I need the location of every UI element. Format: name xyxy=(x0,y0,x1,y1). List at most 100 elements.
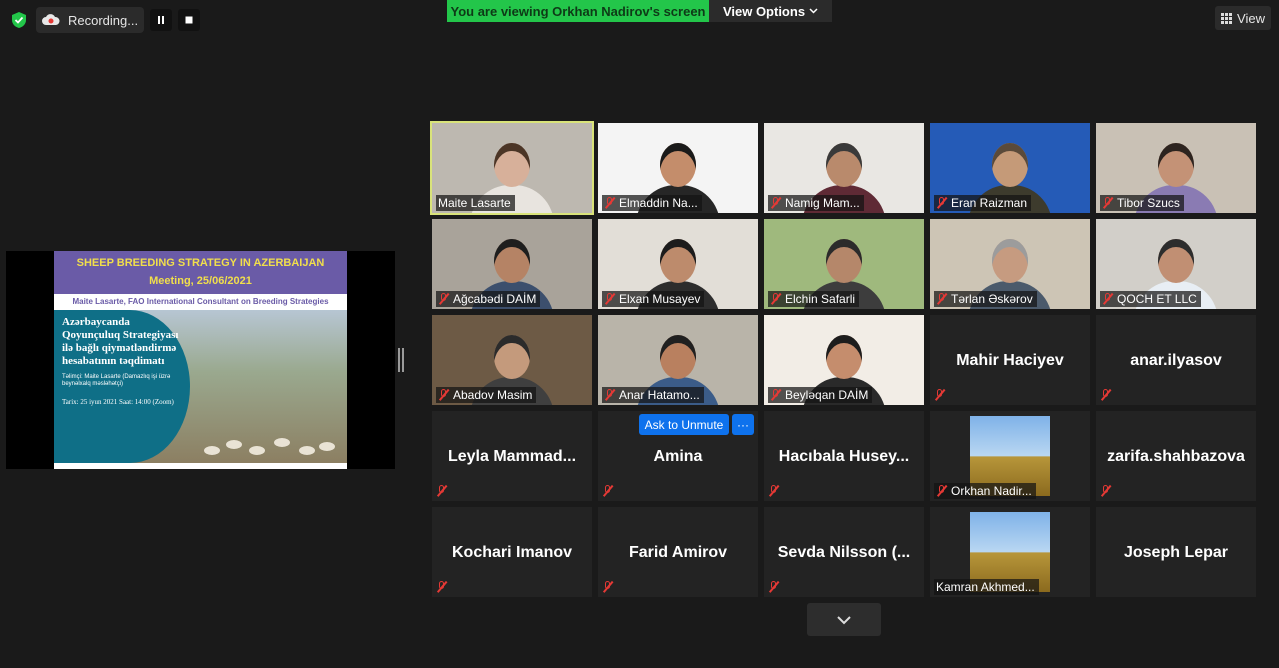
participant-name-label: Tərlan Əskərov xyxy=(934,291,1037,307)
split-divider-handle[interactable] xyxy=(398,348,404,372)
more-options-button[interactable]: ··· xyxy=(732,414,754,435)
participant-tile[interactable]: Beyləqan DAİM xyxy=(764,315,924,405)
security-shield-icon[interactable] xyxy=(8,9,30,31)
muted-mic-icon xyxy=(1102,197,1114,209)
participant-name: Abadov Masim xyxy=(453,388,533,402)
participant-tile[interactable]: Eran Raizman xyxy=(930,123,1090,213)
participant-tile[interactable]: Namig Mam... xyxy=(764,123,924,213)
participant-tile[interactable]: Farid Amirov xyxy=(598,507,758,597)
muted-mic-icon xyxy=(604,293,616,305)
participant-tile[interactable]: Leyla Mammad... xyxy=(432,411,592,501)
participant-name: Hacıbala Husey... xyxy=(778,448,910,465)
view-label: View xyxy=(1237,10,1265,26)
participant-name: Kochari Imanov xyxy=(451,544,573,561)
participant-name-label: Elxan Musayev xyxy=(602,291,705,307)
participant-name: zarifa.shahbazova xyxy=(1107,448,1245,465)
participant-name: Leyla Mammad... xyxy=(447,448,577,465)
participant-name: anar.ilyasov xyxy=(1130,352,1222,369)
muted-mic-icon xyxy=(438,293,450,305)
participant-tile[interactable]: Kamran Akhmed... xyxy=(930,507,1090,597)
muted-mic-icon xyxy=(438,389,450,401)
chevron-down-icon xyxy=(837,615,851,624)
participant-name-label: Eran Raizman xyxy=(934,195,1032,211)
participant-tile[interactable]: Hacıbala Husey... xyxy=(764,411,924,501)
participant-tile[interactable]: Elmaddin Na... xyxy=(598,123,758,213)
participant-tile[interactable]: zarifa.shahbazova xyxy=(1096,411,1256,501)
slide-meeting: Meeting, 25/06/2021 xyxy=(54,272,347,294)
stop-recording-button[interactable] xyxy=(178,9,201,31)
participant-tile[interactable]: Ağcabədi DAİM xyxy=(432,219,592,309)
muted-mic-icon xyxy=(602,581,614,593)
participant-name: Orkhan Nadir... xyxy=(951,484,1032,498)
muted-mic-icon xyxy=(768,581,780,593)
participant-tile[interactable]: Elchin Safarli xyxy=(764,219,924,309)
participant-name-label: Namig Mam... xyxy=(768,195,864,211)
top-left-controls: Recording... xyxy=(8,7,201,33)
participant-name: Sevda Nilsson (... xyxy=(777,544,911,561)
participant-name: Tibor Szucs xyxy=(1117,196,1180,210)
participant-tile[interactable]: Orkhan Nadir... xyxy=(930,411,1090,501)
participant-name-label: Maite Lasarte xyxy=(436,195,515,211)
participant-tile[interactable]: Mahir Haciyev xyxy=(930,315,1090,405)
next-page-button[interactable] xyxy=(807,603,881,636)
muted-mic-icon xyxy=(602,485,614,497)
participant-name-label: Elmaddin Na... xyxy=(602,195,702,211)
muted-mic-icon xyxy=(770,389,782,401)
slide-text-panel: Azərbaycanda Qoyunçuluq Strategiyası ilə… xyxy=(54,310,190,463)
muted-mic-icon xyxy=(604,197,616,209)
participant-name: Namig Mam... xyxy=(785,196,860,210)
participant-tile[interactable]: QOCH ET LLC xyxy=(1096,219,1256,309)
slide-photo: Azərbaycanda Qoyunçuluq Strategiyası ilə… xyxy=(54,310,347,463)
participant-name: Elxan Musayev xyxy=(619,292,701,306)
participant-name: Farid Amirov xyxy=(628,544,728,561)
muted-mic-icon xyxy=(436,485,448,497)
participant-tile[interactable]: Maite Lasarte xyxy=(430,121,594,215)
muted-mic-icon xyxy=(936,197,948,209)
participant-tile[interactable]: Joseph Lepar xyxy=(1096,507,1256,597)
muted-mic-icon xyxy=(936,485,948,497)
slide-presenter: Maite Lasarte, FAO International Consult… xyxy=(54,294,347,310)
participant-name-label: Beyləqan DAİM xyxy=(768,387,873,403)
participant-name: Ağcabədi DAİM xyxy=(453,292,537,306)
participant-name: Eran Raizman xyxy=(951,196,1028,210)
participant-name: Tərlan Əskərov xyxy=(951,292,1033,306)
muted-mic-icon xyxy=(1100,485,1112,497)
view-options-button[interactable]: View Options xyxy=(709,0,832,22)
participant-name: Joseph Lepar xyxy=(1123,544,1229,561)
muted-mic-icon xyxy=(604,389,616,401)
ask-to-unmute-button[interactable]: Ask to Unmute xyxy=(639,414,729,435)
participant-name-label: Anar Hatamo... xyxy=(602,387,704,403)
stop-icon xyxy=(185,16,193,24)
participant-name-label: Tibor Szucs xyxy=(1100,195,1184,211)
slide-date: Tarix: 25 iyun 2021 Saat: 14:00 (Zoom) xyxy=(62,398,174,406)
muted-mic-icon xyxy=(770,293,782,305)
participant-tile[interactable]: Anar Hatamo... xyxy=(598,315,758,405)
pause-recording-button[interactable] xyxy=(150,9,173,31)
participant-name: Anar Hatamo... xyxy=(619,388,700,402)
shared-screen[interactable]: SHEEP BREEDING STRATEGY IN AZERBAIJAN Me… xyxy=(6,251,395,469)
muted-mic-icon xyxy=(770,197,782,209)
viewing-screen-banner: You are viewing Orkhan Nadirov's screen xyxy=(447,0,709,22)
participant-tile[interactable]: Kochari Imanov xyxy=(432,507,592,597)
muted-mic-icon xyxy=(1100,389,1112,401)
participant-tile[interactable]: Sevda Nilsson (... xyxy=(764,507,924,597)
slide-title: SHEEP BREEDING STRATEGY IN AZERBAIJAN xyxy=(54,251,347,272)
participant-name-label: Orkhan Nadir... xyxy=(934,483,1036,499)
participant-tile[interactable]: Tibor Szucs xyxy=(1096,123,1256,213)
participant-name-label: Kamran Akhmed... xyxy=(934,579,1039,595)
participant-tile[interactable]: anar.ilyasov xyxy=(1096,315,1256,405)
participant-tile[interactable]: Elxan Musayev xyxy=(598,219,758,309)
participant-tile[interactable]: Abadov Masim xyxy=(432,315,592,405)
participant-name: QOCH ET LLC xyxy=(1117,292,1197,306)
recording-label: Recording... xyxy=(68,12,139,28)
cloud-recording-icon xyxy=(42,14,60,26)
participant-name: Elmaddin Na... xyxy=(619,196,698,210)
participant-name-label: Elchin Safarli xyxy=(768,291,860,307)
grid-view-icon xyxy=(1221,12,1233,24)
participant-tile[interactable]: Tərlan Əskərov xyxy=(930,219,1090,309)
muted-mic-icon xyxy=(936,293,948,305)
participant-name-label: Abadov Masim xyxy=(436,387,537,403)
view-button[interactable]: View xyxy=(1215,6,1271,30)
muted-mic-icon xyxy=(934,389,946,401)
slide-az-presenter: Təlimçi: Maite Lasarte (Damazlıq işi üzr… xyxy=(62,374,171,387)
